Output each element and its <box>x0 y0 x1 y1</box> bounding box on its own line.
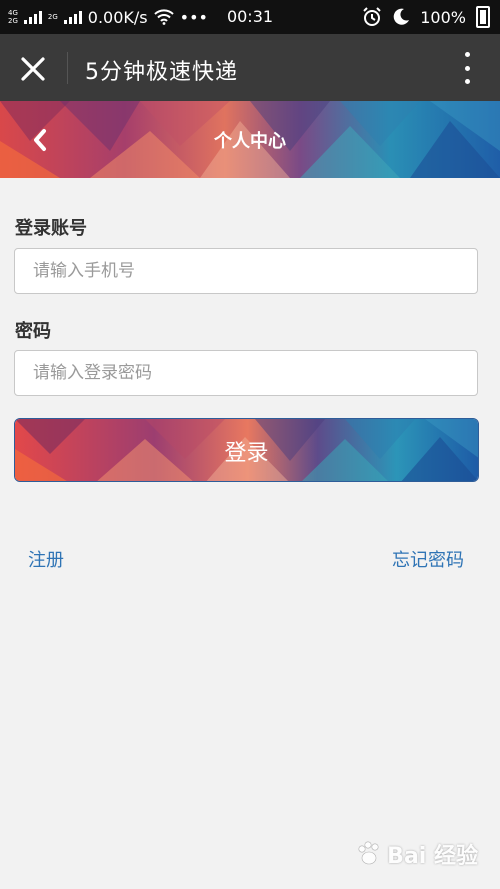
forgot-password-link[interactable]: 忘记密码 <box>392 546 464 572</box>
page-title: 个人中心 <box>214 131 286 152</box>
password-label: 密码 <box>15 321 51 342</box>
account-label: 登录账号 <box>15 218 87 239</box>
login-button-label: 登录 <box>224 441 269 466</box>
battery-percent: 100% <box>420 7 466 27</box>
paw-logo-icon <box>358 841 379 865</box>
password-input[interactable] <box>14 350 478 396</box>
more-dot <box>464 79 470 84</box>
baidu-jingyan-watermark: Bai 经验 <box>355 838 478 870</box>
status-bar: 4G 2G 2G 0.00K/s ••• 00:31 100% <box>0 0 500 34</box>
close-icon[interactable] <box>16 52 50 86</box>
more-dot <box>464 52 470 57</box>
page-header: 个人中心 <box>0 101 500 178</box>
webview-title: 5分钟极速快递 <box>85 60 238 85</box>
phone-input[interactable] <box>14 248 478 294</box>
more-options-icon[interactable] <box>456 52 478 84</box>
status-right: 100% <box>362 0 490 34</box>
more-dot <box>464 65 470 71</box>
moon-icon <box>393 8 410 25</box>
alarm-icon <box>363 7 381 26</box>
battery-icon <box>476 6 490 28</box>
titlebar-divider <box>67 52 68 84</box>
watermark-text: Bai 经验 <box>387 844 478 869</box>
register-link[interactable]: 注册 <box>28 546 64 572</box>
login-button[interactable]: 登录 <box>14 418 479 482</box>
webview-titlebar: 5分钟极速快递 <box>0 34 500 101</box>
